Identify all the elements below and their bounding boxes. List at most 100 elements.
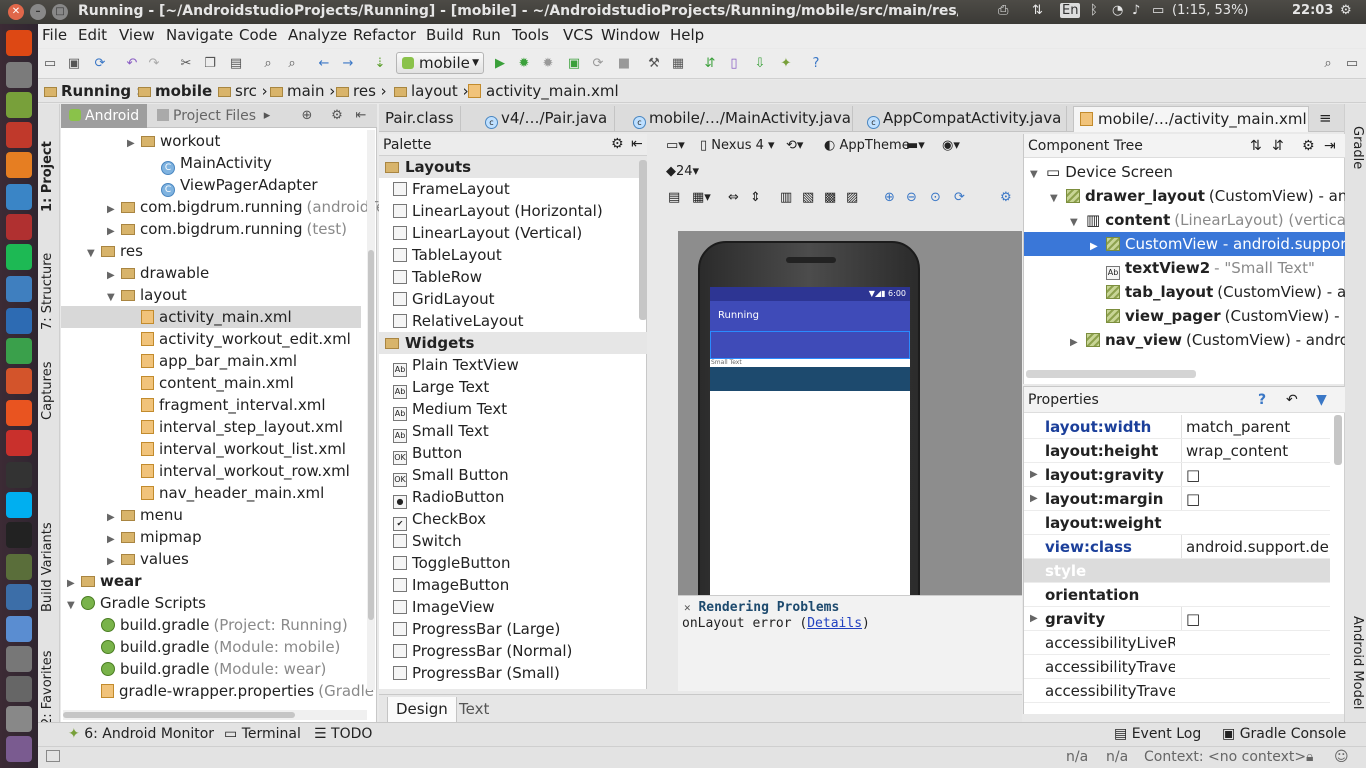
tree-row[interactable]: ▶ com.bigdrum.running (test) (61, 218, 361, 240)
menu-analyze[interactable]: Analyze (288, 26, 347, 44)
event-log-button[interactable]: ▤ Event Log (1114, 726, 1201, 742)
property-value[interactable]: match_parent (1181, 415, 1330, 438)
lock-icon[interactable]: 🔒︎ (1306, 749, 1313, 765)
app-launcher-icon[interactable] (6, 214, 32, 240)
find-icon[interactable]: ⌕ (260, 56, 276, 72)
tree-row[interactable]: fragment_interval.xml (61, 394, 361, 416)
impress-icon[interactable] (6, 368, 32, 394)
tab-text[interactable]: Text (451, 697, 497, 723)
property-row[interactable]: style (1024, 559, 1330, 583)
chevron-right-icon[interactable]: ▶ (1070, 331, 1086, 352)
restore-defaults-icon[interactable]: ↶ (1286, 387, 1298, 413)
expand-icon[interactable]: ▸ (259, 108, 275, 124)
layout-variant-icon[interactable]: ▭▾ (666, 138, 685, 153)
copy-icon[interactable]: ❐ (202, 56, 218, 72)
chevron-right-icon[interactable]: ▶ (1030, 607, 1038, 630)
locale-icon[interactable]: ◉▾ (942, 138, 960, 153)
tab-android-view[interactable]: Android (61, 104, 148, 128)
menu-tools[interactable]: Tools (512, 26, 549, 44)
small-text-view[interactable]: Small Text (710, 359, 910, 367)
breadcrumb-item[interactable]: layout › (394, 82, 469, 100)
scroll-from-source-icon[interactable]: ⊕ (299, 108, 315, 124)
palette-item[interactable]: Ab Medium Text (379, 398, 647, 421)
tab-android-model[interactable]: Android Model (1350, 616, 1365, 709)
rerun-icon[interactable]: ⟳ (590, 56, 606, 72)
gravity-icon[interactable]: ▥ (780, 190, 792, 205)
avd-manager-icon[interactable]: ▯ (726, 56, 742, 72)
distribute-icon[interactable]: ▩ (824, 190, 836, 205)
spotify-icon[interactable] (6, 244, 32, 270)
software-center-icon[interactable] (6, 400, 32, 426)
zoom-out-icon[interactable]: ⊖ (906, 190, 917, 205)
palette-item[interactable]: ProgressBar (Large) (379, 618, 647, 640)
app-launcher-icon[interactable] (6, 676, 32, 702)
clock[interactable]: 22:03 (1292, 3, 1333, 18)
tab-gradle[interactable]: Gradle (1350, 126, 1365, 169)
tree-row[interactable]: ▶ workout (61, 130, 361, 152)
open-folder-icon[interactable]: ▭ (42, 56, 58, 72)
cut-icon[interactable]: ✂ (178, 56, 194, 72)
layout-icon[interactable]: ▦ (670, 56, 686, 72)
battery-status[interactable]: (1:15, 53%) (1172, 3, 1249, 18)
writer-icon[interactable] (6, 308, 32, 334)
tree-row[interactable]: content_main.xml (61, 372, 361, 394)
context-indicator[interactable]: Context: <no context> (1144, 749, 1306, 765)
android-studio-icon[interactable] (6, 92, 32, 118)
orientation-icon[interactable]: ⟲▾ (786, 138, 803, 153)
property-value[interactable]: android.support.de... (1181, 535, 1330, 558)
tab-structure[interactable]: 7: Structure (40, 253, 55, 330)
component-tree-row[interactable]: ▼ ▥ content (LinearLayout) (vertical) (1024, 208, 1345, 232)
make-project-icon[interactable]: ⇣ (372, 56, 388, 72)
horizontal-scrollbar[interactable] (63, 710, 367, 720)
activity-icon[interactable]: ▬▾ (906, 138, 925, 153)
sdk-manager-icon[interactable]: ⇩ (752, 56, 768, 72)
breadcrumb-item[interactable]: Running › (44, 82, 143, 100)
hide-panels-icon[interactable]: ▭ (1344, 56, 1360, 72)
inspector-icon[interactable]: ☺︎ (1334, 749, 1349, 765)
chevron-right-icon[interactable]: ▶ (1090, 235, 1106, 256)
component-tree-row[interactable]: ▼ ▭ Device Screen (1024, 160, 1345, 184)
hide-panel-icon[interactable]: ⇤ (353, 108, 369, 124)
settings-gear-icon[interactable]: ⚙ (611, 136, 624, 152)
run-config-select[interactable]: mobile ▼ (396, 52, 484, 74)
palette-item[interactable]: FrameLayout (379, 178, 647, 200)
app-launcher-icon[interactable] (6, 616, 32, 642)
property-row[interactable]: layout:weight (1024, 511, 1330, 535)
app-launcher-icon[interactable] (6, 276, 32, 302)
property-row[interactable]: ▶ layout:margin □ (1024, 487, 1330, 511)
menu-view[interactable]: View (119, 26, 155, 44)
tree-row[interactable]: ▶ mipmap (61, 526, 361, 548)
tab-captures[interactable]: Captures (40, 362, 55, 420)
property-row[interactable]: accessibilityTravers (1024, 679, 1330, 703)
palette-item[interactable]: RelativeLayout (379, 310, 647, 332)
property-row[interactable]: layout:height wrap_content (1024, 439, 1330, 463)
tree-row[interactable]: interval_step_layout.xml (61, 416, 361, 438)
component-tree-row[interactable]: ▶ nav_view(CustomView) - android.s (1024, 328, 1345, 352)
tree-row[interactable]: activity_main.xml (61, 306, 361, 328)
tab-pair-java[interactable]: c v4/…/Pair.java (479, 106, 615, 132)
palette-item[interactable]: ImageButton (379, 574, 647, 596)
settings-gear-icon[interactable]: ⚙ (329, 108, 345, 124)
project-structure-icon[interactable]: ⚒ (646, 56, 662, 72)
menu-refactor[interactable]: Refactor (353, 26, 416, 44)
palette-item[interactable]: TableLayout (379, 244, 647, 266)
chromium-icon[interactable] (6, 184, 32, 210)
refresh-icon[interactable]: ⟳ (954, 190, 965, 205)
property-row[interactable]: view:class android.support.de... (1024, 535, 1330, 559)
tree-row[interactable]: nav_header_main.xml (61, 482, 361, 504)
settings-icon[interactable] (6, 430, 32, 456)
property-value[interactable]: □ (1181, 463, 1330, 486)
tree-row[interactable]: interval_workout_row.xml (61, 460, 361, 482)
help-icon[interactable]: ? (808, 56, 824, 72)
app-launcher-icon[interactable] (6, 646, 32, 672)
expand-all-icon[interactable]: ⇅ (1250, 134, 1262, 158)
todo-button[interactable]: ☰ TODO (314, 726, 372, 742)
component-tree-row[interactable]: view_pager(CustomView) - anc (1024, 304, 1345, 328)
tree-row[interactable]: ▶ menu (61, 504, 361, 526)
tree-row[interactable]: build.gradle (Project: Running) (61, 614, 361, 636)
tree-row[interactable]: gradle-wrapper.properties (Gradle (61, 680, 374, 702)
tab-layout-view[interactable] (710, 367, 910, 391)
save-all-icon[interactable]: ▣ (66, 56, 82, 72)
breadcrumb-item[interactable]: activity_main.xml (464, 82, 619, 100)
tab-design[interactable]: Design (387, 697, 457, 723)
